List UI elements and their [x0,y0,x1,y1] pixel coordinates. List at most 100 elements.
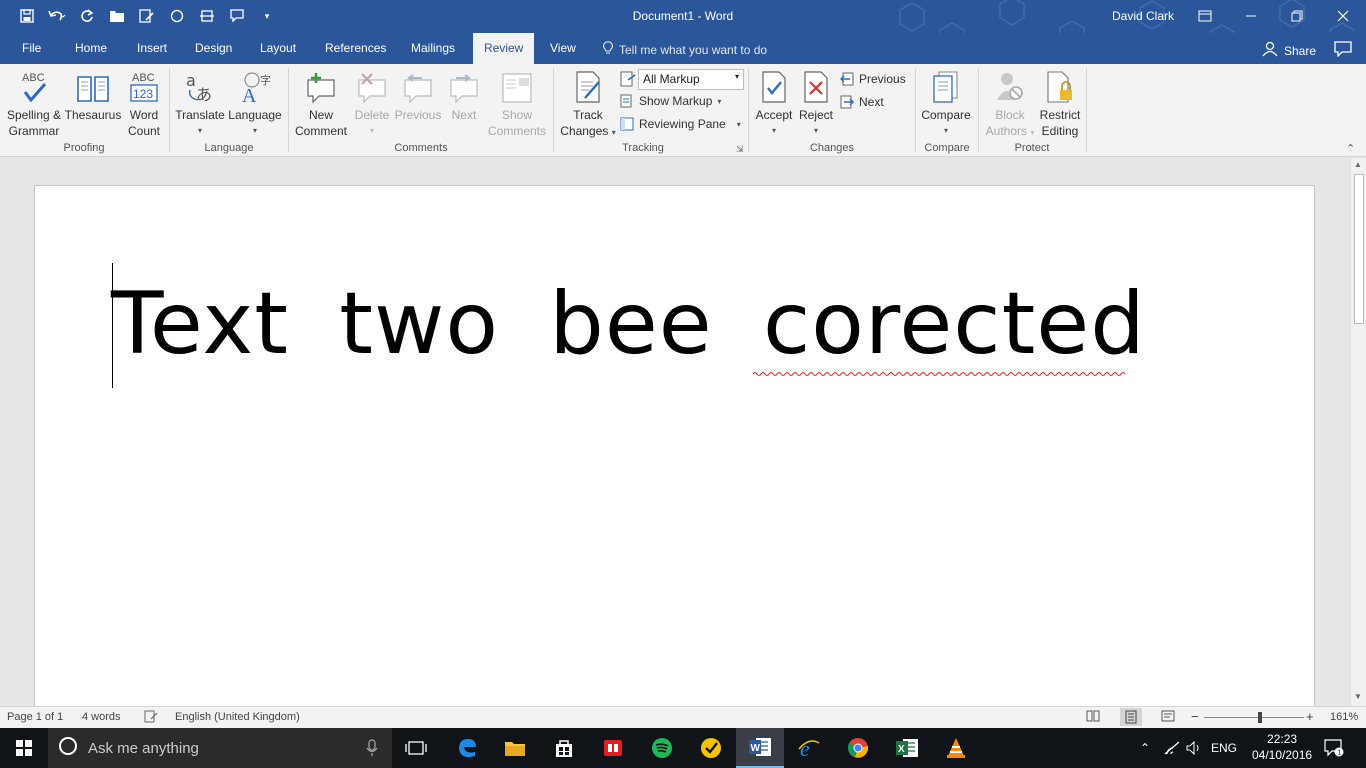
minimize-icon[interactable] [1228,0,1274,31]
block-authors-button[interactable]: Block Authors ▾ [982,68,1038,141]
tab-file[interactable]: File [11,33,52,64]
input-language[interactable]: ENG [1211,728,1237,768]
tab-review[interactable]: Review [473,33,535,64]
group-separator [915,68,916,152]
person-icon [1262,41,1278,60]
reject-icon [796,68,836,104]
tab-mailings[interactable]: Mailings [400,33,466,64]
excel-icon[interactable]: X [883,728,931,768]
word-count-button[interactable]: ABC 123 Word Count [122,68,166,139]
print-layout-icon[interactable] [1120,708,1142,726]
track-changes-icon [558,68,618,104]
new-comment-button[interactable]: New Comment [292,68,350,139]
edge-browser-icon[interactable] [443,728,491,768]
volume-icon[interactable] [1186,728,1202,768]
task-view-icon[interactable] [392,728,440,768]
svg-text:ABC: ABC [132,72,155,84]
spelling-grammar-button[interactable]: ABC Spelling & Grammar [4,68,64,139]
translate-icon: aあ [174,68,226,104]
comments-pane-icon[interactable] [1334,41,1352,60]
tab-layout[interactable]: Layout [249,33,307,64]
group-label-language: Language [204,142,254,154]
page-count[interactable]: Page 1 of 1 [7,711,63,723]
web-layout-icon[interactable] [1161,710,1175,725]
show-comments-button[interactable]: Show Comments [486,68,548,139]
system-clock[interactable]: 22:23 04/10/2016 [1252,731,1312,763]
group-label-compare: Compare [924,142,970,154]
thesaurus-button[interactable]: Thesaurus [64,68,122,123]
track-changes-button[interactable]: Track Changes ▾ [558,68,618,141]
language-status[interactable]: English (United Kingdom) [175,711,300,723]
chrome-icon[interactable] [834,728,882,768]
next-change-button[interactable]: Next [840,95,884,109]
zoom-in-icon[interactable]: + [1306,709,1314,724]
norton-icon[interactable] [687,728,735,768]
reviewing-pane-button[interactable]: Reviewing Pane ▾ [620,117,741,131]
file-explorer-icon[interactable] [491,728,539,768]
windows-start-icon[interactable] [0,728,48,768]
spotify-icon[interactable] [638,728,686,768]
accept-button[interactable]: Accept ▾ [752,68,796,139]
compare-button[interactable]: Compare ▾ [918,68,974,139]
svg-text:123: 123 [133,87,153,101]
scroll-thumb[interactable] [1354,174,1364,324]
collapse-ribbon-icon[interactable]: ⌃ [1346,142,1355,155]
previous-comment-button[interactable]: Previous [394,68,442,123]
scroll-up-icon[interactable]: ▲ [1354,160,1362,169]
show-comments-icon [486,68,548,104]
ribbon-display-options-icon[interactable] [1182,0,1228,31]
tab-references[interactable]: References [314,33,397,64]
spelling-check-icon: ABC [4,68,64,104]
svg-text:あ: あ [196,85,212,104]
vlc-icon[interactable] [932,728,980,768]
tab-insert[interactable]: Insert [126,33,178,64]
share-button[interactable]: Share [1262,41,1316,60]
tracking-options-launcher-icon[interactable]: ⇲ [736,144,744,155]
show-hidden-icons[interactable]: ⌃ [1140,728,1150,768]
markup-select-arrow-icon: ▾ [734,72,739,81]
word-taskbar-icon[interactable]: W [736,728,784,768]
status-bar: Page 1 of 1 4 words English (United King… [0,706,1366,728]
word-count[interactable]: 4 words [82,711,121,723]
tab-view[interactable]: View [539,33,587,64]
microphone-icon[interactable] [366,739,378,761]
previous-change-button[interactable]: Previous [840,72,906,86]
language-button[interactable]: 字A Language ▾ [226,68,284,139]
zoom-level[interactable]: 161% [1330,711,1358,723]
delete-comment-button[interactable]: Delete ▾ [350,68,394,139]
internet-explorer-icon[interactable]: e [785,728,833,768]
next-comment-button[interactable]: Next [442,68,486,123]
restrict-editing-icon [1036,68,1084,104]
translate-button[interactable]: aあ Translate ▾ [174,68,226,139]
zoom-out-icon[interactable]: − [1191,709,1199,724]
user-name[interactable]: David Clark [1112,9,1174,23]
reader-app-icon[interactable] [589,728,637,768]
svg-text:A: A [242,85,257,104]
ribbon-review: ABC Spelling & Grammar Thesaurus ABC 123 … [0,64,1366,157]
document-text[interactable]: Text two bee corected [111,274,1146,374]
restrict-editing-button[interactable]: Restrict Editing [1036,68,1084,139]
wifi-icon[interactable] [1163,728,1181,768]
next-change-icon [840,95,854,109]
tell-me-box[interactable]: Tell me what you want to do [603,41,767,58]
track-changes-caret: ▾ [611,128,616,137]
tab-home[interactable]: Home [64,33,118,64]
proofing-status-icon[interactable] [144,710,158,726]
scroll-down-icon[interactable]: ▼ [1354,692,1362,701]
close-icon[interactable] [1320,0,1366,31]
document-page[interactable]: Text two bee corected [34,185,1315,706]
reject-button[interactable]: Reject ▾ [796,68,836,139]
zoom-slider-track[interactable] [1204,717,1304,718]
vertical-scrollbar[interactable]: ▲ ▼ [1350,158,1366,706]
show-markup-button[interactable]: Show Markup ▾ [620,94,721,108]
read-mode-icon[interactable] [1086,710,1100,725]
svg-text:W: W [751,743,761,754]
restore-icon[interactable] [1274,0,1320,31]
tab-design[interactable]: Design [184,33,243,64]
markup-display-select[interactable]: All Markup ▾ [638,69,744,90]
store-icon[interactable] [540,728,588,768]
cortana-search-box[interactable]: Ask me anything [48,728,392,768]
action-center-icon[interactable]: 1 [1324,728,1344,768]
new-comment-icon [292,68,350,104]
zoom-slider-thumb[interactable] [1258,712,1262,723]
